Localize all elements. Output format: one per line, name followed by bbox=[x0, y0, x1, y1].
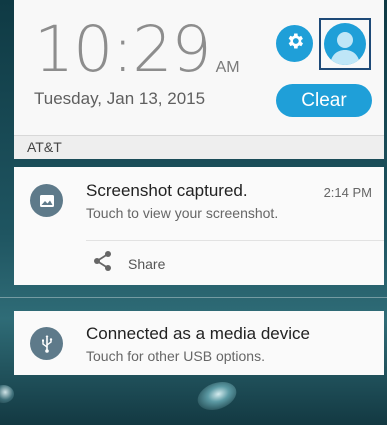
profile-button[interactable] bbox=[319, 18, 371, 70]
usb-icon bbox=[30, 327, 63, 360]
quick-settings-panel: 10:29 AM Tuesday, Jan 13, 2015 Clear bbox=[14, 0, 384, 135]
notification-screenshot[interactable]: Screenshot captured. Touch to view your … bbox=[14, 167, 384, 285]
clear-all-button[interactable]: Clear bbox=[276, 84, 372, 117]
user-avatar-icon bbox=[324, 23, 366, 65]
gear-icon bbox=[285, 31, 305, 56]
image-icon bbox=[30, 184, 63, 217]
notification-usb[interactable]: Connected as a media device Touch for ot… bbox=[14, 311, 384, 375]
divider bbox=[86, 240, 384, 241]
notification-time: 2:14 PM bbox=[323, 185, 372, 200]
section-divider bbox=[0, 297, 387, 298]
clock-date[interactable]: Tuesday, Jan 13, 2015 bbox=[34, 89, 205, 109]
clock-ampm: AM bbox=[215, 59, 240, 76]
wallpaper-drop bbox=[193, 376, 241, 416]
notification-title: Connected as a media device bbox=[86, 324, 310, 343]
clock[interactable]: 10:29 AM bbox=[34, 18, 240, 81]
carrier-label: AT&T bbox=[14, 135, 384, 159]
share-label: Share bbox=[128, 255, 166, 272]
notification-title: Screenshot captured. bbox=[86, 181, 248, 200]
share-button[interactable]: Share bbox=[92, 250, 165, 277]
share-icon bbox=[92, 250, 114, 277]
clock-time: 10:29 bbox=[34, 13, 212, 86]
notification-body: Touch to view your screenshot. bbox=[86, 205, 279, 221]
wallpaper-drop bbox=[0, 385, 14, 403]
settings-button[interactable] bbox=[276, 25, 313, 62]
notification-body: Touch for other USB options. bbox=[86, 348, 265, 364]
